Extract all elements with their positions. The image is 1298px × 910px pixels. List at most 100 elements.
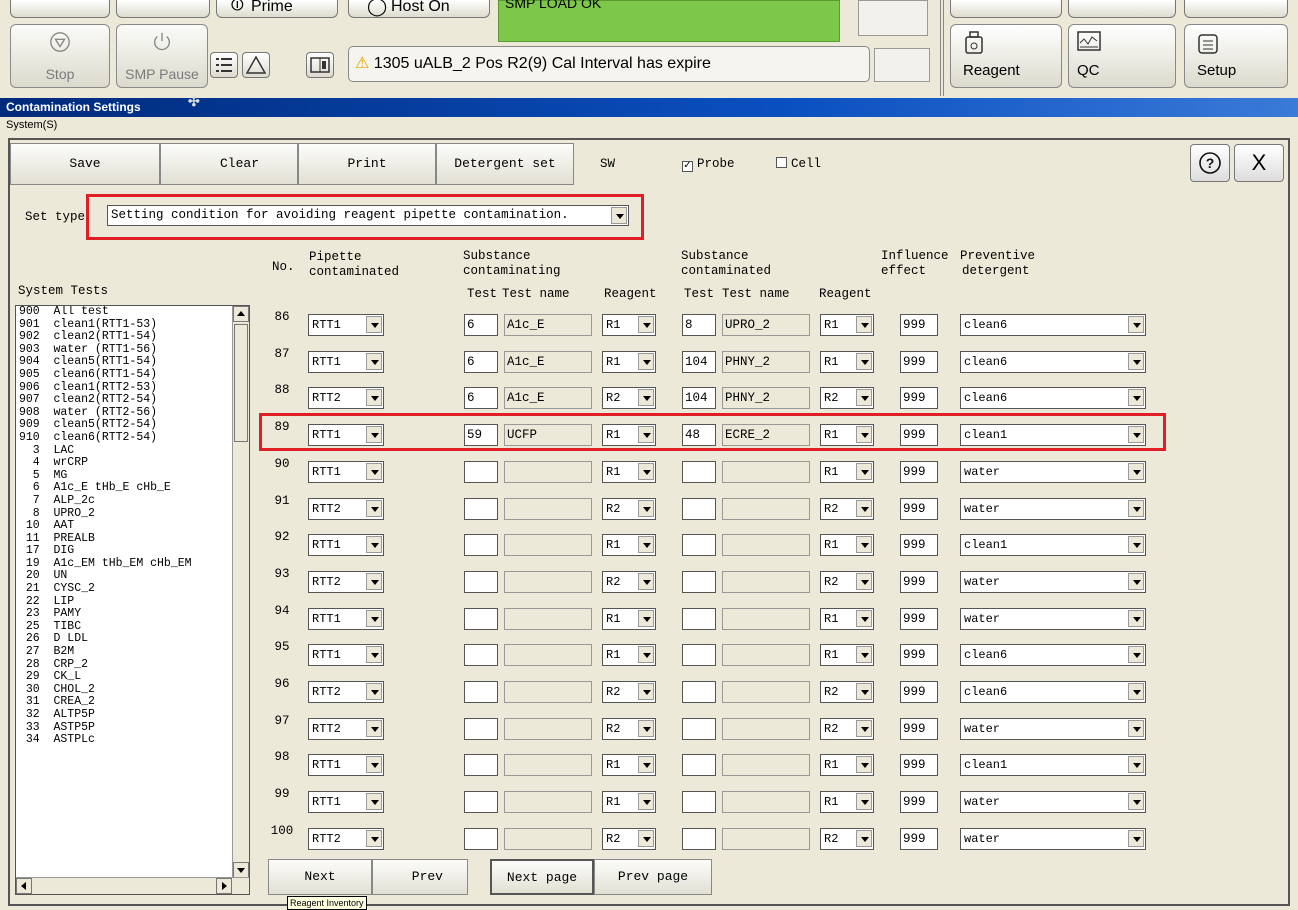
scroll-left-button[interactable]	[16, 878, 32, 894]
prev-page-button[interactable]: Prev page	[594, 859, 712, 895]
pipette-dropdown[interactable]: RTT1	[308, 461, 384, 483]
test-b-input[interactable]	[682, 608, 716, 630]
info-button[interactable]	[306, 52, 334, 78]
pipette-dropdown[interactable]: RTT1	[308, 351, 384, 373]
reagent-dropdown[interactable]: R2	[602, 387, 656, 409]
influence-input[interactable]: 999	[900, 718, 938, 740]
list-item[interactable]: 27 B2M	[16, 645, 249, 659]
qc-button[interactable]: QC	[1068, 24, 1176, 88]
test-input[interactable]	[464, 644, 498, 666]
pipette-dropdown[interactable]: RTT2	[308, 718, 384, 740]
list-item[interactable]: 10 AAT	[16, 519, 249, 533]
top-right-button-2[interactable]	[1068, 0, 1176, 18]
help-button[interactable]: ?	[1190, 144, 1230, 182]
list-item[interactable]: 32 ALTP5P	[16, 708, 249, 722]
smp-pause-button[interactable]: SMP Pause	[116, 24, 208, 88]
test-b-input[interactable]	[682, 828, 716, 850]
reagent-button[interactable]: Reagent	[950, 24, 1062, 88]
test-input[interactable]	[464, 681, 498, 703]
influence-input[interactable]: 999	[900, 608, 938, 630]
probe-checkbox[interactable]: ✓ Probe	[682, 157, 735, 172]
reagent-b-dropdown[interactable]: R2	[820, 498, 874, 520]
pipette-dropdown[interactable]: RTT2	[308, 571, 384, 593]
clear-button[interactable]: Clear	[160, 143, 298, 185]
test-b-input[interactable]: 104	[682, 351, 716, 373]
reagent-dropdown[interactable]: R1	[602, 644, 656, 666]
influence-input[interactable]: 999	[900, 461, 938, 483]
next-page-button[interactable]: Next page	[490, 859, 594, 895]
list-item[interactable]: 7 ALP_2c	[16, 494, 249, 508]
test-b-input[interactable]	[682, 681, 716, 703]
reagent-dropdown[interactable]: R1	[602, 314, 656, 336]
detergent-dropdown[interactable]: water	[960, 828, 1146, 850]
prev-button[interactable]: Prev	[372, 859, 468, 895]
reagent-b-dropdown[interactable]: R2	[820, 681, 874, 703]
test-input[interactable]	[464, 534, 498, 556]
test-input[interactable]	[464, 608, 498, 630]
reagent-b-dropdown[interactable]: R1	[820, 314, 874, 336]
influence-input[interactable]: 999	[900, 644, 938, 666]
influence-input[interactable]: 999	[900, 498, 938, 520]
detergent-dropdown[interactable]: clean1	[960, 534, 1146, 556]
detergent-set-button[interactable]: Detergent set	[436, 143, 574, 185]
detergent-dropdown[interactable]: clean6	[960, 644, 1146, 666]
test-input[interactable]	[464, 718, 498, 740]
pipette-dropdown[interactable]: RTT2	[308, 828, 384, 850]
reagent-b-dropdown[interactable]: R2	[820, 387, 874, 409]
scroll-up-button[interactable]	[233, 306, 249, 322]
top-button-1[interactable]	[10, 0, 110, 18]
pipette-dropdown[interactable]: RTT1	[308, 534, 384, 556]
test-input[interactable]: 6	[464, 314, 498, 336]
pipette-dropdown[interactable]: RTT1	[308, 754, 384, 776]
pipette-dropdown[interactable]: RTT1	[308, 644, 384, 666]
reagent-b-dropdown[interactable]: R1	[820, 351, 874, 373]
list-item[interactable]: 900 All test	[16, 306, 249, 319]
reagent-dropdown[interactable]: R2	[602, 681, 656, 703]
detergent-dropdown[interactable]: water	[960, 571, 1146, 593]
setup-button[interactable]: Setup	[1184, 24, 1288, 88]
pipette-dropdown[interactable]: RTT2	[308, 681, 384, 703]
top-right-button-1[interactable]	[950, 0, 1062, 18]
list-item[interactable]: 21 CYSC_2	[16, 582, 249, 596]
detergent-dropdown[interactable]: clean6	[960, 351, 1146, 373]
reagent-dropdown[interactable]: R2	[602, 498, 656, 520]
test-b-input[interactable]	[682, 571, 716, 593]
detergent-dropdown[interactable]: water	[960, 461, 1146, 483]
test-b-input[interactable]: 104	[682, 387, 716, 409]
top-right-button-3[interactable]	[1184, 0, 1288, 18]
alarm-message-bar[interactable]: ⚠ 1305 uALB_2 Pos R2(9) Cal Interval has…	[348, 46, 870, 82]
list-item[interactable]: 17 DIG	[16, 545, 249, 558]
list-item[interactable]: 910 clean6(RTT2-54)	[16, 431, 249, 445]
influence-input[interactable]: 999	[900, 314, 938, 336]
list-item[interactable]: 34 ASTPLc	[16, 734, 249, 747]
list-item[interactable]: 905 clean6(RTT1-54)	[16, 368, 249, 382]
test-input[interactable]	[464, 828, 498, 850]
reagent-b-dropdown[interactable]: R1	[820, 791, 874, 813]
test-input[interactable]	[464, 461, 498, 483]
test-b-input[interactable]	[682, 718, 716, 740]
reagent-b-dropdown[interactable]: R1	[820, 754, 874, 776]
host-on-button[interactable]: ◯ Host On	[348, 0, 490, 18]
scroll-thumb[interactable]	[234, 324, 248, 442]
reagent-dropdown[interactable]: R1	[602, 608, 656, 630]
influence-input[interactable]: 999	[900, 791, 938, 813]
reagent-b-dropdown[interactable]: R2	[820, 718, 874, 740]
list-item[interactable]: 907 clean2(RTT2-54)	[16, 394, 249, 407]
stop-button[interactable]: Stop	[10, 24, 110, 88]
test-b-input[interactable]	[682, 498, 716, 520]
list-button[interactable]	[210, 52, 238, 78]
reagent-dropdown[interactable]: R1	[602, 754, 656, 776]
test-input[interactable]: 6	[464, 387, 498, 409]
save-button[interactable]: Save	[10, 143, 160, 185]
influence-input[interactable]: 999	[900, 387, 938, 409]
pipette-dropdown[interactable]: RTT1	[308, 608, 384, 630]
scroll-right-button[interactable]	[216, 878, 232, 894]
detergent-dropdown[interactable]: water	[960, 498, 1146, 520]
reagent-dropdown[interactable]: R2	[602, 718, 656, 740]
reagent-b-dropdown[interactable]: R2	[820, 828, 874, 850]
list-item[interactable]: 902 clean2(RTT1-54)	[16, 331, 249, 344]
influence-input[interactable]: 999	[900, 571, 938, 593]
test-input[interactable]	[464, 791, 498, 813]
detergent-dropdown[interactable]: water	[960, 791, 1146, 813]
reagent-b-dropdown[interactable]: R1	[820, 461, 874, 483]
